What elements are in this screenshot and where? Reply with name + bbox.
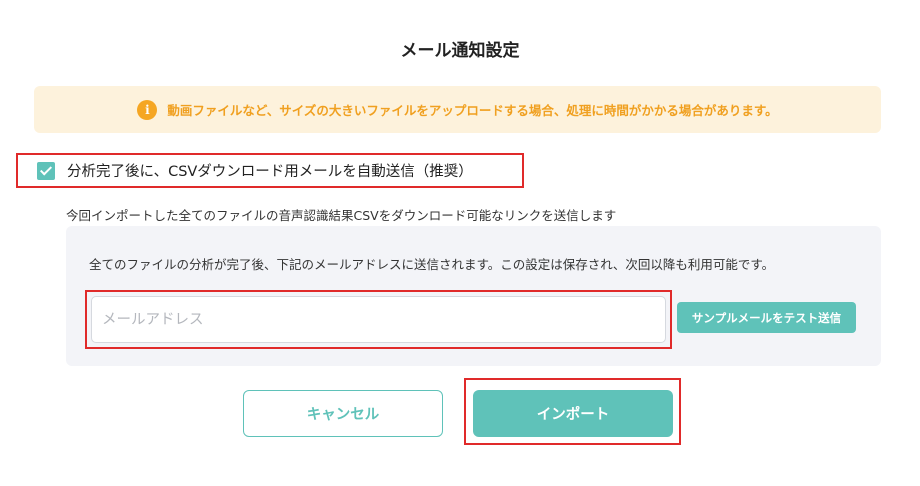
import-button-highlight: インポート: [464, 378, 681, 445]
email-field-highlight: [85, 290, 672, 349]
email-info-text: 全てのファイルの分析が完了後、下記のメールアドレスに送信されます。この設定は保存…: [89, 257, 775, 272]
test-send-button[interactable]: サンプルメールをテスト送信: [677, 302, 856, 333]
email-notification-dialog: メール通知設定 i 動画ファイルなど、サイズの大きいファイルをアップロードする場…: [0, 0, 920, 486]
auto-send-label[interactable]: 分析完了後に、CSVダウンロード用メールを自動送信（推奨）: [67, 160, 473, 181]
auto-send-checkbox[interactable]: [37, 161, 55, 180]
import-button[interactable]: インポート: [473, 390, 673, 437]
auto-send-checkbox-row[interactable]: 分析完了後に、CSVダウンロード用メールを自動送信（推奨）: [16, 153, 524, 188]
dialog-title: メール通知設定: [400, 41, 520, 61]
email-input[interactable]: [91, 296, 666, 343]
send-description: 今回インポートした全てのファイルの音声認識結果CSVをダウンロード可能なリンクを…: [66, 208, 617, 223]
cancel-button[interactable]: キャンセル: [243, 390, 443, 437]
email-settings-panel: 全てのファイルの分析が完了後、下記のメールアドレスに送信されます。この設定は保存…: [66, 226, 881, 366]
upload-notice-banner: i 動画ファイルなど、サイズの大きいファイルをアップロードする場合、処理に時間が…: [34, 86, 881, 133]
info-icon: i: [137, 99, 158, 120]
notice-text: 動画ファイルなど、サイズの大きいファイルをアップロードする場合、処理に時間がかか…: [167, 103, 778, 118]
